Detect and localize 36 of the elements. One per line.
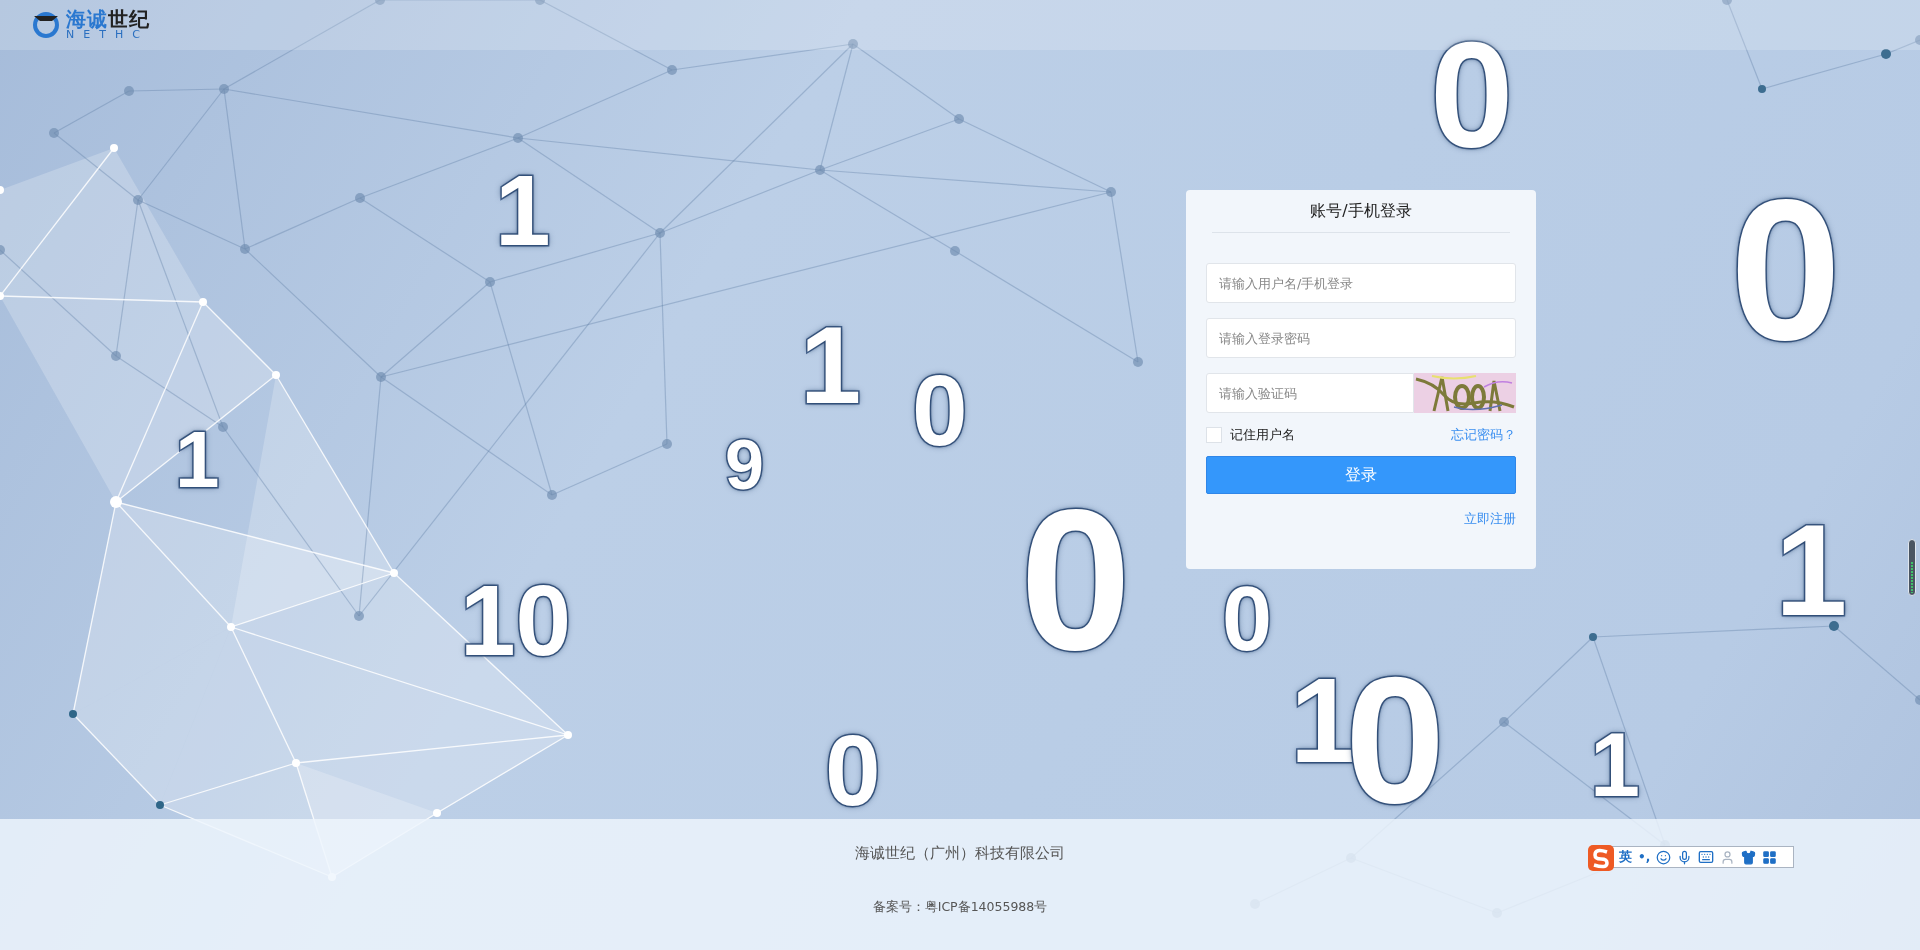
background-digit: 10: [460, 570, 572, 670]
login-title: 账号/手机登录: [1212, 190, 1510, 233]
logo-icon: [30, 9, 62, 41]
emoji-icon[interactable]: [1656, 849, 1672, 865]
ime-mode[interactable]: 英: [1619, 848, 1632, 866]
background-digit: 1: [495, 160, 551, 260]
ime-punctuation[interactable]: •,: [1638, 850, 1651, 864]
background-digit: 1: [1590, 720, 1641, 810]
background-digit: 0: [1222, 574, 1273, 664]
remember-checkbox[interactable]: [1206, 427, 1222, 443]
keyboard-icon[interactable]: [1698, 849, 1715, 865]
volume-meter: [1908, 539, 1916, 596]
background-digit: 0: [1730, 170, 1842, 370]
password-field[interactable]: 请输入登录密码: [1206, 318, 1516, 358]
captcha-field[interactable]: 请输入验证码: [1206, 373, 1414, 413]
username-field[interactable]: 请输入用户名/手机登录: [1206, 263, 1516, 303]
remember-label: 记住用户名: [1230, 426, 1295, 444]
ime-logo-icon[interactable]: [1587, 844, 1615, 872]
background-digit: 0: [1430, 20, 1514, 170]
background-digit: 9: [725, 430, 764, 500]
background-digit: 1: [175, 420, 220, 500]
logo-name: 海诚世纪: [66, 8, 150, 29]
background-digit: 1: [800, 310, 862, 420]
microphone-icon[interactable]: [1677, 849, 1693, 865]
background-digit: 0: [912, 360, 968, 460]
forgot-password-link[interactable]: 忘记密码？: [1451, 426, 1516, 444]
grid-icon[interactable]: [1762, 849, 1778, 865]
shirt-icon[interactable]: [1741, 849, 1757, 865]
background-digit: 0: [1020, 480, 1132, 680]
logo-subtitle: NETHC: [66, 28, 149, 42]
icp-record: 备案号：粤ICP备14055988号: [872, 899, 1048, 916]
company-name: 海诚世纪（广州）科技有限公司: [855, 844, 1065, 863]
register-link[interactable]: 立即注册: [1464, 510, 1516, 528]
background-digit: 0: [825, 720, 881, 820]
login-button[interactable]: 登录: [1206, 456, 1516, 494]
background-digit: 1: [1775, 505, 1848, 635]
